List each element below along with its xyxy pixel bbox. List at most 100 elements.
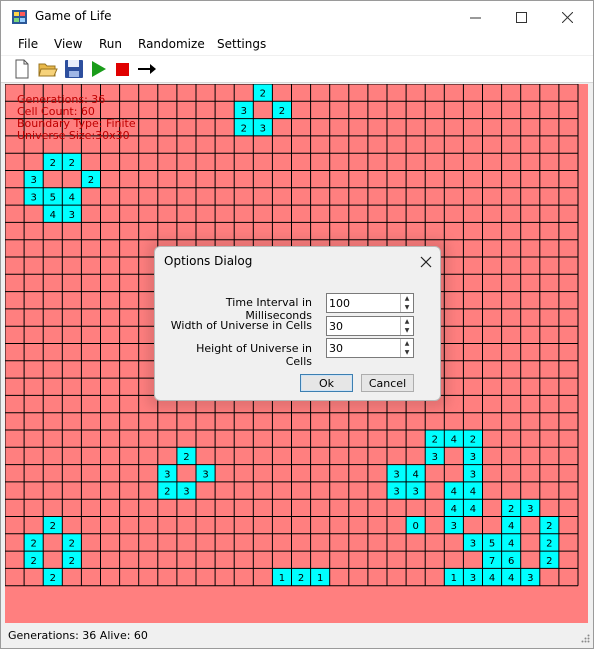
- spin-buttons: ▲ ▼: [400, 294, 413, 312]
- menu-file[interactable]: File: [18, 37, 38, 51]
- neighbor-count: 1: [451, 573, 457, 584]
- neighbor-count: 2: [432, 435, 438, 446]
- neighbor-count: 2: [546, 521, 552, 532]
- neighbor-count: 1: [317, 573, 323, 584]
- neighbor-count: 4: [69, 192, 75, 203]
- spin-up-icon[interactable]: ▲: [401, 317, 413, 326]
- neighbor-count: 3: [527, 504, 533, 515]
- neighbor-count: 5: [489, 538, 495, 549]
- save-icon[interactable]: [64, 59, 84, 79]
- neighbor-count: 2: [164, 487, 170, 498]
- neighbor-count: 4: [508, 573, 514, 584]
- play-icon[interactable]: [89, 59, 109, 79]
- neighbor-count: 7: [489, 556, 495, 567]
- neighbor-count: 3: [30, 192, 36, 203]
- neighbor-count: 4: [412, 469, 418, 480]
- app-icon: [12, 10, 27, 24]
- neighbor-count: 2: [298, 573, 304, 584]
- hud-overlay: Generations: 36 Cell Count: 60 Boundary …: [17, 94, 136, 142]
- neighbor-count: 3: [30, 175, 36, 186]
- time-interval-input[interactable]: [327, 294, 399, 312]
- spin-up-icon[interactable]: ▲: [401, 339, 413, 348]
- neighbor-count: 2: [279, 106, 285, 117]
- neighbor-count: 2: [546, 538, 552, 549]
- neighbor-count: 4: [489, 573, 495, 584]
- neighbor-count: 3: [470, 573, 476, 584]
- neighbor-count: 3: [432, 452, 438, 463]
- width-spinner[interactable]: ▲ ▼: [326, 316, 414, 336]
- neighbor-count: 2: [50, 573, 56, 584]
- step-arrow-icon[interactable]: [137, 59, 157, 79]
- ok-button[interactable]: Ok: [300, 374, 353, 392]
- neighbor-count: 3: [260, 123, 266, 134]
- spin-down-icon[interactable]: ▼: [401, 348, 413, 357]
- neighbor-count: 2: [508, 504, 514, 515]
- cancel-button[interactable]: Cancel: [361, 374, 414, 392]
- neighbor-count: 4: [470, 504, 476, 515]
- neighbor-count: 2: [69, 158, 75, 169]
- width-label: Width of Universe in Cells: [170, 319, 312, 332]
- menu-bar: File View Run Randomize Settings: [1, 33, 593, 55]
- minimize-icon: [469, 17, 481, 18]
- menu-run[interactable]: Run: [99, 37, 122, 51]
- stop-icon[interactable]: [113, 59, 133, 79]
- status-bar: Generations: 36 Alive: 60: [1, 625, 593, 647]
- neighbor-count: 3: [527, 573, 533, 584]
- dialog-title: Options Dialog: [164, 254, 253, 268]
- neighbor-count: 3: [393, 487, 399, 498]
- minimize-button[interactable]: [452, 1, 498, 33]
- height-label: Height of Universe in Cells: [196, 342, 312, 368]
- neighbor-count: 2: [88, 175, 94, 186]
- spin-down-icon[interactable]: ▼: [401, 303, 413, 312]
- spin-buttons: ▲ ▼: [400, 339, 413, 357]
- neighbor-count: 3: [69, 210, 75, 221]
- resize-grip-icon[interactable]: [580, 634, 590, 644]
- neighbor-count: 3: [183, 487, 189, 498]
- time-interval-spinner[interactable]: ▲ ▼: [326, 293, 414, 313]
- neighbor-count: 4: [451, 435, 457, 446]
- maximize-button[interactable]: [498, 1, 544, 33]
- height-spinner[interactable]: ▲ ▼: [326, 338, 414, 358]
- toolbar: [1, 56, 593, 83]
- status-text: Generations: 36 Alive: 60: [8, 629, 148, 642]
- hud-universe-size: Universe Size:30x30: [17, 129, 130, 142]
- dialog-close-icon[interactable]: [420, 256, 432, 268]
- neighbor-count: 4: [508, 521, 514, 532]
- title-bar: Game of Life: [1, 1, 593, 33]
- new-file-icon[interactable]: [12, 59, 32, 79]
- menu-randomize[interactable]: Randomize: [138, 37, 205, 51]
- neighbor-count: 6: [508, 556, 514, 567]
- neighbor-count: 2: [50, 521, 56, 532]
- neighbor-count: 2: [30, 556, 36, 567]
- neighbor-count: 2: [546, 556, 552, 567]
- width-input[interactable]: [327, 317, 399, 335]
- maximize-icon: [515, 11, 527, 23]
- neighbor-count: 2: [69, 538, 75, 549]
- neighbor-count: 5: [50, 192, 56, 203]
- open-folder-icon[interactable]: [38, 59, 58, 79]
- neighbor-count: 2: [183, 452, 189, 463]
- neighbor-count: 2: [260, 89, 266, 100]
- neighbor-count: 1: [279, 573, 285, 584]
- neighbor-count: 0: [412, 521, 418, 532]
- neighbor-count: 3: [470, 538, 476, 549]
- neighbor-count: 4: [508, 538, 514, 549]
- neighbor-count: 3: [393, 469, 399, 480]
- neighbor-count: 3: [470, 452, 476, 463]
- neighbor-count: 4: [470, 487, 476, 498]
- neighbor-count: 2: [30, 538, 36, 549]
- neighbor-count: 4: [50, 210, 56, 221]
- neighbor-count: 2: [470, 435, 476, 446]
- spin-buttons: ▲ ▼: [400, 317, 413, 335]
- spin-down-icon[interactable]: ▼: [401, 326, 413, 335]
- height-input[interactable]: [327, 339, 399, 357]
- neighbor-count: 3: [451, 521, 457, 532]
- neighbor-count: 3: [470, 469, 476, 480]
- close-button[interactable]: [544, 1, 590, 33]
- neighbor-count: 3: [412, 487, 418, 498]
- window-title: Game of Life: [35, 9, 112, 23]
- menu-view[interactable]: View: [54, 37, 82, 51]
- spin-up-icon[interactable]: ▲: [401, 294, 413, 303]
- menu-settings[interactable]: Settings: [217, 37, 266, 51]
- neighbor-count: 3: [164, 469, 170, 480]
